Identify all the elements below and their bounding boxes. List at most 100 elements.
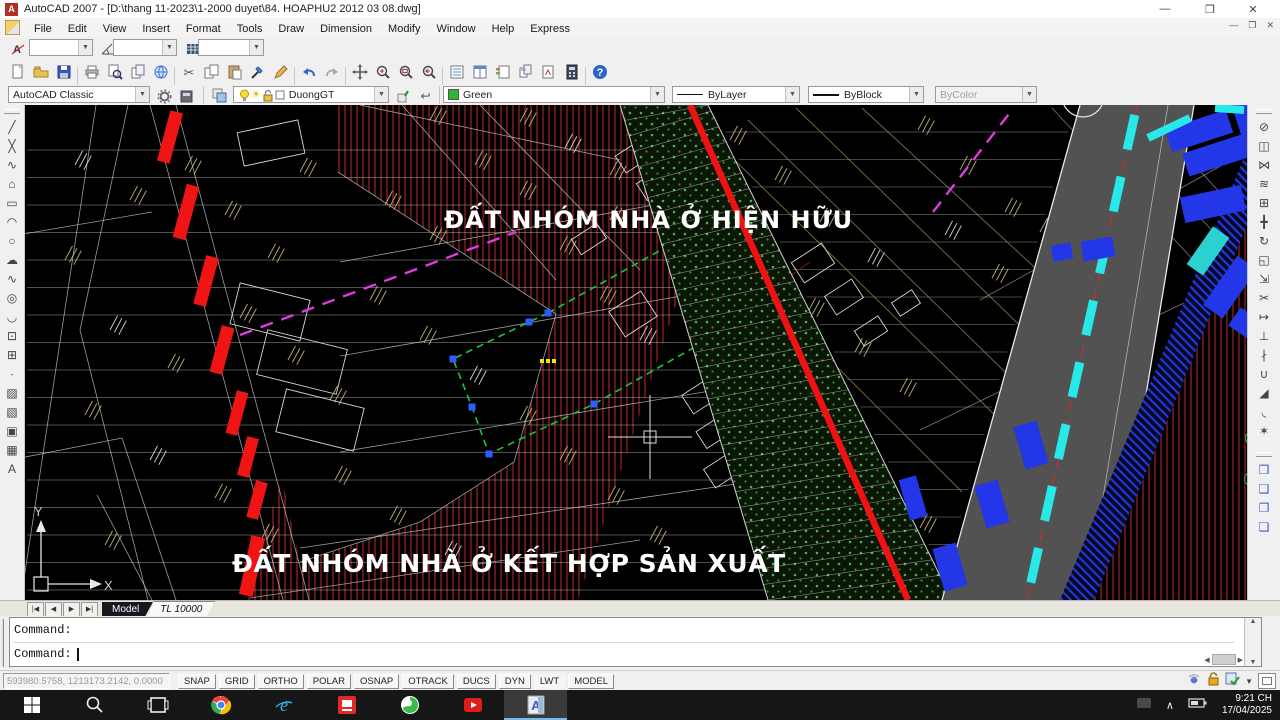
circle-icon[interactable]: ○	[1, 231, 23, 250]
toggle-grid[interactable]: GRID	[219, 674, 255, 689]
send-under-objects-icon[interactable]: ❏	[1253, 517, 1275, 536]
chevron-down-icon[interactable]: ▼	[650, 87, 664, 102]
revision-cloud-icon[interactable]: ☁	[1, 250, 23, 269]
zoom-previous-icon[interactable]	[417, 61, 440, 83]
tab-layout-tl10000[interactable]: TL 10000	[147, 601, 215, 618]
stretch-icon[interactable]: ⇲	[1253, 269, 1275, 288]
markup-icon[interactable]	[537, 61, 560, 83]
sheetset-manager-icon[interactable]	[514, 61, 537, 83]
block-editor-icon[interactable]	[269, 61, 292, 83]
ellipse-icon[interactable]: ◎	[1, 288, 23, 307]
taskbar-autocad-icon[interactable]: A	[504, 690, 567, 720]
offset-icon[interactable]: ≋	[1253, 174, 1275, 193]
rectangle-icon[interactable]: ▭	[1, 193, 23, 212]
chevron-down-icon[interactable]: ▼	[374, 87, 388, 102]
toolbar-lock-icon[interactable]	[1207, 671, 1220, 691]
menu-help[interactable]: Help	[484, 21, 523, 37]
table-icon[interactable]: ▦	[1, 440, 23, 459]
construction-line-icon[interactable]: ╳	[1, 136, 23, 155]
menu-file[interactable]: File	[26, 21, 60, 37]
taskbar-chrome-icon[interactable]	[189, 690, 252, 720]
zoom-window-icon[interactable]	[394, 61, 417, 83]
make-block-icon[interactable]: ⊞	[1, 345, 23, 364]
scroll-thumb[interactable]	[1212, 654, 1236, 665]
mirror-icon[interactable]: ⋈	[1253, 155, 1275, 174]
menu-window[interactable]: Window	[428, 21, 483, 37]
color-combo[interactable]: Green ▼	[443, 86, 665, 103]
layer-thaw-sun-icon[interactable]: ☀	[251, 88, 261, 101]
menu-draw[interactable]: Draw	[270, 21, 312, 37]
quickcalc-icon[interactable]	[560, 61, 583, 83]
tray-chevron-icon[interactable]: ∧	[1166, 699, 1174, 712]
toggle-otrack[interactable]: OTRACK	[402, 674, 454, 689]
gradient-icon[interactable]: ▧	[1, 402, 23, 421]
save-icon[interactable]	[52, 61, 75, 83]
menu-express[interactable]: Express	[522, 21, 578, 37]
chevron-down-icon[interactable]: ▼	[249, 40, 263, 55]
layer-unlock-icon[interactable]	[261, 88, 274, 102]
arc-icon[interactable]: ◠	[1, 212, 23, 231]
chamfer-icon[interactable]: ◢	[1253, 383, 1275, 402]
toggle-model[interactable]: MODEL	[568, 674, 614, 689]
paste-icon[interactable]	[223, 61, 246, 83]
chevron-down-icon[interactable]: ▼	[78, 40, 92, 55]
toggle-lwt[interactable]: LWT	[534, 674, 565, 689]
taskbar-youtube-icon[interactable]	[441, 690, 504, 720]
doc-restore-button[interactable]: ❐	[1248, 20, 1256, 31]
battery-icon[interactable]	[1188, 696, 1208, 714]
taskbar-clock[interactable]: 9:21 CH 17/04/2025	[1222, 693, 1272, 717]
drawing-canvas[interactable]: XYĐẤT NHÓM NHÀ Ở HIỆN HỮUĐẤT NHÓM NHÀ Ở …	[25, 105, 1247, 600]
toggle-polar[interactable]: POLAR	[307, 674, 351, 689]
taskbar-task-view-icon[interactable]	[126, 690, 189, 720]
taskbar-start-icon[interactable]	[0, 690, 63, 720]
toggle-ortho[interactable]: ORTHO	[258, 674, 304, 689]
redo-icon[interactable]	[320, 61, 343, 83]
taskbar-internet-explorer-icon[interactable]: e	[252, 690, 315, 720]
chevron-down-icon[interactable]: ▼	[909, 87, 923, 102]
make-object-layer-current-icon[interactable]	[392, 85, 415, 107]
copy-icon[interactable]	[200, 61, 223, 83]
zoom-realtime-icon[interactable]	[371, 61, 394, 83]
bring-to-front-icon[interactable]: ❒	[1253, 460, 1275, 479]
layer-properties-icon[interactable]	[208, 85, 231, 107]
tab-model[interactable]: Model	[102, 602, 153, 617]
command-vscrollbar[interactable]: ▲ ▼	[1244, 618, 1261, 666]
communication-center-icon[interactable]	[1186, 671, 1202, 691]
region-icon[interactable]: ▣	[1, 421, 23, 440]
help-icon[interactable]: ?	[588, 61, 611, 83]
polygon-icon[interactable]: ⌂	[1, 174, 23, 193]
array-icon[interactable]: ⊞	[1253, 193, 1275, 212]
table-style-combo[interactable]: ▼	[198, 39, 264, 56]
menu-format[interactable]: Format	[178, 21, 229, 37]
scroll-up-icon[interactable]: ▲	[1250, 618, 1257, 625]
join-icon[interactable]: ∪	[1253, 364, 1275, 383]
menu-tools[interactable]: Tools	[229, 21, 271, 37]
erase-icon[interactable]: ⊘	[1253, 117, 1275, 136]
open-icon[interactable]	[29, 61, 52, 83]
trim-icon[interactable]: ✂	[1253, 288, 1275, 307]
match-properties-icon[interactable]	[246, 61, 269, 83]
taskbar-green-browser-app-icon[interactable]	[378, 690, 441, 720]
ellipse-arc-icon[interactable]: ◡	[1, 307, 23, 326]
plot-preview-icon[interactable]	[103, 61, 126, 83]
multiline-text-icon[interactable]: A	[1, 459, 23, 478]
scroll-down-icon[interactable]: ▼	[1250, 659, 1257, 666]
minimize-button[interactable]: —	[1150, 0, 1180, 18]
taskbar-red-media-app-icon[interactable]	[315, 690, 378, 720]
layer-combo[interactable]: ☀ DuongGT ▼	[233, 86, 389, 103]
designcenter-icon[interactable]	[468, 61, 491, 83]
validate-dwg-icon[interactable]	[1225, 671, 1240, 691]
doc-close-button[interactable]: ✕	[1266, 20, 1274, 31]
clean-screen-button[interactable]	[1258, 673, 1276, 689]
tab-prev-button[interactable]: ◀	[45, 602, 62, 617]
move-icon[interactable]: ╋	[1253, 212, 1275, 231]
layer-previous-icon[interactable]: ↩	[414, 85, 437, 107]
tool-palettes-icon[interactable]	[491, 61, 514, 83]
layer-on-bulb-icon[interactable]	[238, 88, 251, 102]
toggle-osnap[interactable]: OSNAP	[354, 674, 399, 689]
copy-icon[interactable]: ◫	[1253, 136, 1275, 155]
hatch-icon[interactable]: ▨	[1, 383, 23, 402]
properties-icon[interactable]	[445, 61, 468, 83]
chevron-down-icon[interactable]: ▼	[785, 87, 799, 102]
workspace-settings-icon[interactable]	[153, 85, 176, 107]
